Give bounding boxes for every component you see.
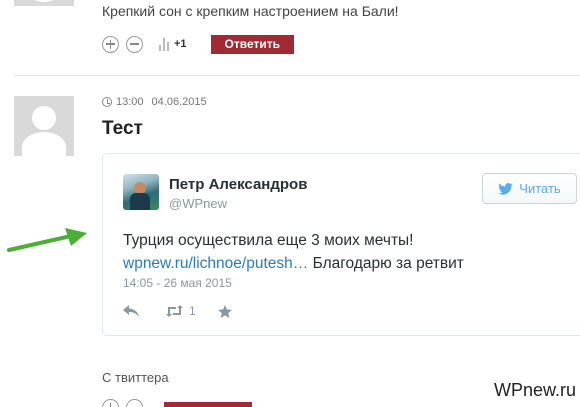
- tweet-author-handle[interactable]: @WPnew: [169, 196, 227, 211]
- arrow-annotation-icon: [7, 228, 87, 252]
- twitter-bird-icon: [498, 182, 513, 195]
- retweet-count: 1: [189, 304, 196, 318]
- bottom-comment-actions: [102, 399, 252, 407]
- follow-button[interactable]: Читать: [482, 173, 577, 204]
- embedded-tweet: Петр Александров @WPnew Читать Турция ос…: [102, 153, 580, 336]
- retweet-icon[interactable]: [165, 305, 184, 317]
- tweet-link[interactable]: wpnew.ru/lichnoe/putesh…: [123, 255, 308, 272]
- vote-down-icon[interactable]: [126, 35, 143, 53]
- comment-title: Тест: [102, 118, 143, 139]
- favorite-star-icon[interactable]: [217, 304, 232, 318]
- tweet-timestamp[interactable]: 14:05 - 26 мая 2015: [123, 276, 232, 290]
- top-comment-actions: +1 Ответить: [102, 33, 294, 55]
- vote-down-icon[interactable]: [126, 399, 143, 407]
- reply-button[interactable]: Ответить: [210, 34, 294, 54]
- vote-up-icon[interactable]: [102, 399, 119, 407]
- section-label: С твиттера: [102, 370, 169, 385]
- avatar: [14, 96, 74, 156]
- clock-icon: [102, 97, 112, 107]
- tweet-text-after: Благодарю за ретвит: [308, 255, 464, 272]
- tweet-text: Турция осуществила еще 3 моих мечты! wpn…: [123, 229, 573, 275]
- tweet-author-avatar[interactable]: [123, 174, 159, 210]
- comment-divider: [14, 75, 580, 76]
- top-comment-avatar: [14, 0, 74, 6]
- comment-meta: 13:00 04.06.2015: [102, 96, 207, 108]
- tweet-actions: 1: [123, 304, 232, 318]
- tweet-text-before: Турция осуществила еще 3 моих мечты!: [123, 232, 414, 249]
- follow-label: Читать: [519, 181, 561, 196]
- vote-count: +1: [174, 38, 187, 50]
- reply-icon[interactable]: [123, 305, 139, 317]
- watermark: WPnew.ru: [493, 380, 576, 400]
- tweet-author-name[interactable]: Петр Александров: [169, 176, 307, 193]
- reply-button[interactable]: [164, 401, 252, 407]
- comment-time: 13:00: [116, 96, 144, 108]
- top-comment-text: Крепкий сон с крепким настроением на Бал…: [102, 3, 399, 19]
- vote-up-icon[interactable]: [102, 35, 119, 53]
- comment-date: 04.06.2015: [151, 96, 207, 108]
- rating-bars-icon: [159, 37, 169, 51]
